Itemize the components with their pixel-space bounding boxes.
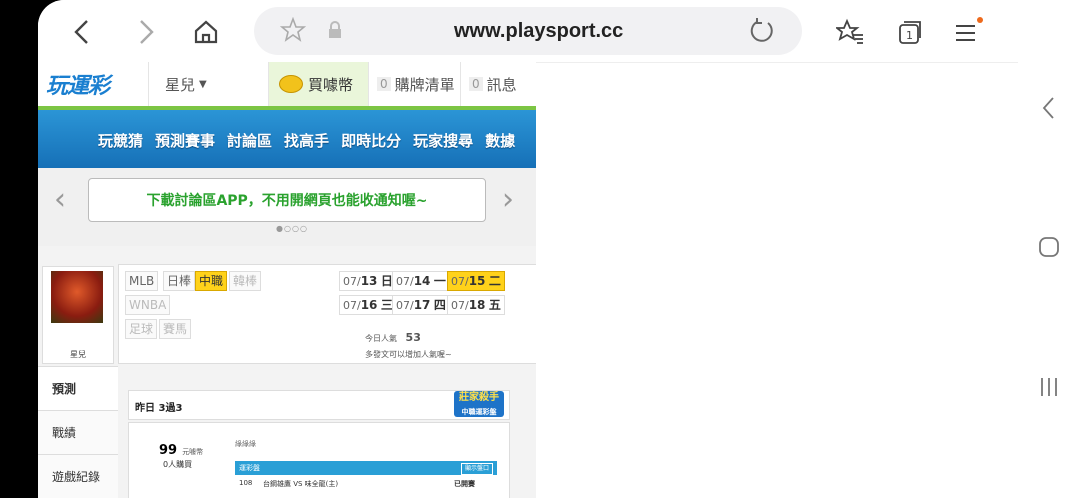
- menu-icon[interactable]: [950, 14, 986, 50]
- banker-killer-badge: 莊家殺手 中職運彩盤: [454, 391, 504, 417]
- buy-coin-label: 買噱幣: [308, 75, 354, 94]
- league-chip-racing[interactable]: 賽馬: [159, 319, 192, 339]
- menu-item-stats[interactable]: 數據: [485, 130, 515, 151]
- record-text: 昨日 3過3: [135, 403, 183, 414]
- bookmark-star-icon[interactable]: [279, 16, 307, 47]
- banner-carousel: ‹ 下載討論區APP，不用開網頁也能收通知喔~ › ●○○○: [38, 168, 536, 246]
- bookmarks-icon[interactable]: [832, 14, 868, 50]
- reload-icon[interactable]: [748, 17, 776, 49]
- tabs-icon[interactable]: 1: [892, 14, 928, 50]
- league-chip-kbo[interactable]: 韓棒: [229, 271, 262, 291]
- site-topbar: 玩運彩 星兒 ▼ 買噱幣 0 購牌清單 0 訊息: [38, 62, 536, 110]
- date-0715[interactable]: 07/15 二: [447, 271, 505, 291]
- cart-label: 購牌清單: [394, 75, 455, 94]
- league-chip-cpbl[interactable]: 中職: [195, 271, 228, 291]
- nav-back-icon[interactable]: [1018, 96, 1080, 124]
- carousel-prev-icon[interactable]: ‹: [54, 182, 66, 217]
- cart-count: 0: [377, 77, 391, 91]
- menu-item-player-search[interactable]: 玩家搜尋: [413, 130, 473, 151]
- tab-predict[interactable]: 預測: [38, 366, 118, 410]
- league-chip-mlb[interactable]: MLB: [125, 271, 159, 291]
- message-count: 0: [469, 77, 483, 91]
- date-0718[interactable]: 07/18 五: [447, 295, 505, 315]
- browser-toolbar: www.playsport.cc 1: [38, 0, 1018, 63]
- url-text[interactable]: www.playsport.cc: [454, 20, 623, 43]
- menu-item-forum[interactable]: 討論區: [227, 130, 272, 151]
- menu-item-guess[interactable]: 玩競猜: [98, 130, 143, 151]
- avatar[interactable]: [51, 271, 103, 323]
- date-0717[interactable]: 07/17 四: [392, 295, 450, 315]
- badge-subtitle: 中職運彩盤: [461, 408, 497, 416]
- league-chip-soccer[interactable]: 足球: [125, 319, 158, 339]
- carousel-next-icon[interactable]: ›: [502, 182, 514, 217]
- system-nav: [1018, 0, 1080, 498]
- user-menu[interactable]: 星兒 ▼: [148, 62, 266, 106]
- odds-table-header: 運彩盤 顯示盤口: [235, 461, 497, 475]
- league-filter-panel: MLB 日棒 中職 韓棒 WNBA 足球 賽馬 07/13 日 07/14 一 …: [118, 264, 536, 364]
- date-0713[interactable]: 07/13 日: [339, 271, 397, 291]
- cart-button[interactable]: 0 購牌清單: [368, 62, 460, 106]
- show-odds-button[interactable]: 顯示盤口: [460, 463, 493, 475]
- nav-home-icon[interactable]: [1018, 236, 1080, 262]
- phone-screen: www.playsport.cc 1 玩運彩 星兒 ▼ 買噱幣 0 購牌清單 0…: [38, 0, 1080, 498]
- game-teams: 台鋼雄鷹 VS 味全龍(主): [263, 480, 339, 488]
- popularity-tip: 多發文可以增加人氣喔~: [365, 350, 452, 359]
- coin-icon: [279, 75, 303, 93]
- user-name: 星兒: [165, 75, 196, 94]
- price: 99 元噱幣: [159, 439, 203, 458]
- league-chip-wnba[interactable]: WNBA: [125, 295, 171, 315]
- buy-coin-button[interactable]: 買噱幣: [268, 62, 368, 106]
- tab-game-log[interactable]: 遊戲紀錄: [38, 454, 118, 498]
- message-button[interactable]: 0 訊息: [460, 62, 536, 106]
- nav-recents-icon[interactable]: [1018, 376, 1080, 402]
- menu-item-experts[interactable]: 找高手: [284, 130, 329, 151]
- prediction-card: 99 元噱幣 0人購買 綠綠綠 運彩盤 顯示盤口 108 台鋼雄鷹 VS 味全龍…: [128, 422, 510, 498]
- forward-icon[interactable]: [128, 14, 164, 50]
- tab-record[interactable]: 戰績: [38, 410, 118, 454]
- avatar-name: 星兒: [70, 350, 86, 359]
- popularity-value: 53: [405, 331, 421, 344]
- app-banner[interactable]: 下載討論區APP，不用開網頁也能收通知喔~: [88, 178, 486, 222]
- back-icon[interactable]: [64, 14, 100, 50]
- price-value: 99: [159, 443, 178, 458]
- price-unit: 元噱幣: [182, 448, 204, 456]
- profile-content: 星兒 預測 戰績 遊戲紀錄 MLB 日棒 中職 韓棒 WNBA 足球 賽馬 07…: [38, 246, 536, 498]
- date-0716[interactable]: 07/16 三: [339, 295, 397, 315]
- menu-item-live-score[interactable]: 即時比分: [341, 130, 401, 151]
- league-chip-npb[interactable]: 日棒: [163, 271, 196, 291]
- website: 玩運彩 星兒 ▼ 買噱幣 0 購牌清單 0 訊息 玩競猜 預測賽事 討論區 找高…: [38, 62, 536, 498]
- app-banner-text: 下載討論區APP，不用開網頁也能收通知喔~: [146, 193, 428, 209]
- svg-text:1: 1: [906, 29, 913, 42]
- home-icon[interactable]: [188, 14, 224, 50]
- date-0714[interactable]: 07/14 一: [392, 271, 450, 291]
- address-bar[interactable]: www.playsport.cc: [254, 7, 802, 55]
- carousel-dots: ●○○○: [276, 224, 308, 233]
- game-status: 已開賽: [454, 480, 475, 488]
- odds-table-title: 運彩盤: [239, 464, 260, 472]
- game-row[interactable]: 108 台鋼雄鷹 VS 味全龍(主) 已開賽: [235, 479, 497, 493]
- message-label: 訊息: [486, 75, 517, 94]
- menu-item-predict[interactable]: 預測賽事: [155, 130, 215, 151]
- seller-tag: 綠綠綠: [235, 440, 256, 448]
- caret-down-icon: ▼: [199, 78, 207, 90]
- popularity: 今日人氣 53: [365, 331, 421, 344]
- buyer-count: 0人購買: [163, 460, 193, 469]
- main-menu: 玩競猜 預測賽事 討論區 找高手 即時比分 玩家搜尋 數據: [38, 110, 536, 168]
- avatar-card: 星兒: [42, 266, 114, 364]
- yesterday-record: 昨日 3過3 莊家殺手 中職運彩盤: [128, 390, 510, 420]
- lock-icon: [328, 21, 342, 43]
- popularity-label: 今日人氣: [365, 334, 397, 343]
- badge-title: 莊家殺手: [459, 392, 499, 403]
- game-number: 108: [239, 479, 253, 487]
- site-logo[interactable]: 玩運彩: [46, 68, 110, 100]
